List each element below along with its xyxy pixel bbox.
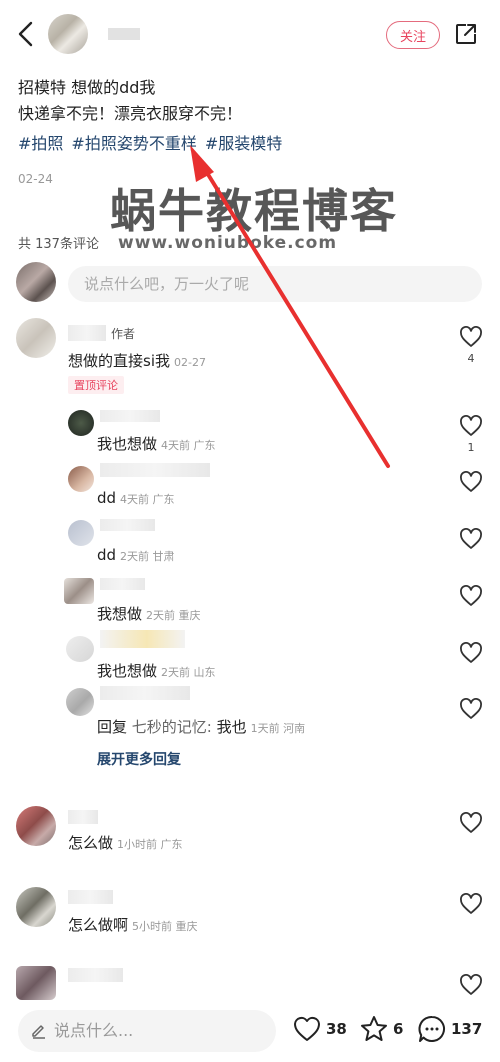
current-user-avatar [16,262,56,302]
avatar[interactable] [68,520,94,546]
like-heart-icon[interactable] [459,528,483,550]
comment-body: 想做的直接si我 [68,352,170,370]
tag-link[interactable]: #拍照姿势不重样 [71,134,196,153]
follow-button[interactable]: 关注 [386,21,440,49]
bottom-input-placeholder: 说点什么... [54,1021,134,1040]
like-button[interactable]: 38 [292,1014,347,1044]
reply-meta: 2天前 甘肃 [120,550,175,563]
like-count: 1 [467,441,475,454]
avatar[interactable] [16,966,56,1000]
comment-body: 怎么做啊 [68,916,129,934]
comment-meta: 02-27 [173,356,206,369]
commenter-name-blurred[interactable] [100,630,185,648]
like-heart-icon[interactable] [459,974,483,996]
like-heart-icon[interactable] [459,471,483,493]
author-tag: 作者 [111,327,136,341]
like-heart-icon[interactable] [459,698,483,720]
reply-meta: 4天前 广东 [161,439,216,452]
avatar[interactable] [64,578,94,604]
comment-meta: 5小时前 重庆 [132,920,198,933]
reply-body: dd [97,546,117,564]
bottom-comment-input[interactable]: 说点什么... [18,1010,276,1052]
reply-text: dd 4天前 广东 [97,489,175,507]
commenter-name-blurred[interactable] [100,578,145,590]
reply-prefix: 回复 [97,718,128,736]
pen-icon [32,1025,45,1039]
comment-count: 共 137条评论 [18,237,99,252]
commenter-name-blurred[interactable] [100,686,190,700]
reply-meta: 2天前 重庆 [146,609,201,622]
avatar[interactable] [68,466,94,492]
commenter-name-blurred[interactable] [100,410,160,422]
back-arrow-icon[interactable] [14,20,38,48]
avatar[interactable] [16,806,56,846]
avatar[interactable] [16,887,56,927]
comment-input[interactable]: 说点什么吧，万一火了呢 [68,266,482,302]
like-heart-icon[interactable] [459,585,483,607]
reply-to-name[interactable]: 七秒的记忆: [132,718,212,736]
post-line-1: 招模特 想做的dd我 [18,78,156,97]
comment-meta: 1小时前 广东 [117,838,183,851]
watermark: 蜗牛教程博客 www.woniubоke.com [110,175,396,255]
reply-text: dd 2天前 甘肃 [97,546,175,564]
avatar[interactable] [16,318,56,358]
commenter-name-blurred[interactable] [100,463,210,477]
like-heart-icon[interactable] [459,893,483,915]
commenter-name-blurred[interactable] [68,810,98,824]
like-heart-icon[interactable] [459,642,483,664]
star-total: 6 [393,1020,404,1038]
reply-text: 我也想做 4天前 广东 [97,433,216,454]
commenter-name-blurred[interactable] [100,519,155,531]
watermark-url: www.woniubоke.com [118,233,338,253]
watermark-title: 蜗牛教程博客 [110,184,398,238]
post-date: 02-24 [18,172,53,186]
author-avatar[interactable] [48,14,88,54]
author-name-blurred[interactable] [108,28,140,40]
expand-more-replies-link[interactable]: 展开更多回复 [97,749,181,769]
tag-link[interactable]: #拍照 [18,134,63,153]
avatar[interactable] [66,688,94,716]
heart-icon [294,1016,320,1041]
avatar[interactable] [68,410,94,436]
collect-button[interactable]: 6 [359,1014,403,1044]
commenter-name-blurred[interactable] [68,968,123,982]
comment-bubble-icon [418,1015,445,1042]
share-icon[interactable] [454,22,478,46]
bottom-bar: 说点什么... 38 6 137 [0,1002,500,1062]
avatar[interactable] [66,636,94,662]
comment-text: 怎么做啊 5小时前 重庆 [68,914,198,935]
like-heart-icon[interactable] [459,326,483,348]
post-text: 招模特 想做的dd我 快递拿不完！漂亮衣服穿不完！ [18,75,488,127]
star-icon [361,1016,387,1041]
comment-text: 想做的直接si我 02-27 [68,350,206,371]
like-count: 4 [467,352,475,365]
comment-button[interactable]: 137 [417,1014,482,1044]
reply-body: 我也 [216,718,247,736]
comment-total: 137 [451,1020,483,1038]
reply-body: 我想做 [97,605,143,623]
reply-text: 回复 七秒的记忆: 我也 1天前 河南 [97,716,305,737]
like-heart-icon[interactable] [459,812,483,834]
commenter-name-blurred[interactable] [68,325,106,341]
reply-body: 我也想做 [97,435,158,453]
top-bar: 关注 [0,0,500,66]
comment-text: 怎么做 1小时前 广东 [68,832,183,853]
like-total: 38 [326,1020,347,1038]
reply-text: 我也想做 2天前 山东 [97,660,216,681]
post-line-2: 快递拿不完！漂亮衣服穿不完！ [18,104,243,123]
commenter-name-blurred[interactable] [68,890,113,904]
reply-meta: 2天前 山东 [161,666,216,679]
reply-text: 我想做 2天前 重庆 [97,603,201,624]
reply-body: dd [97,489,117,507]
tag-link[interactable]: #服装模特 [205,134,282,153]
post-tags: #拍照 #拍照姿势不重样 #服装模特 [18,131,290,157]
reply-body: 我也想做 [97,662,158,680]
reply-meta: 1天前 河南 [250,722,306,735]
like-heart-icon[interactable] [459,415,483,437]
comment-body: 怎么做 [68,834,114,852]
reply-meta: 4天前 广东 [120,493,175,506]
pinned-badge: 置顶评论 [68,376,124,394]
